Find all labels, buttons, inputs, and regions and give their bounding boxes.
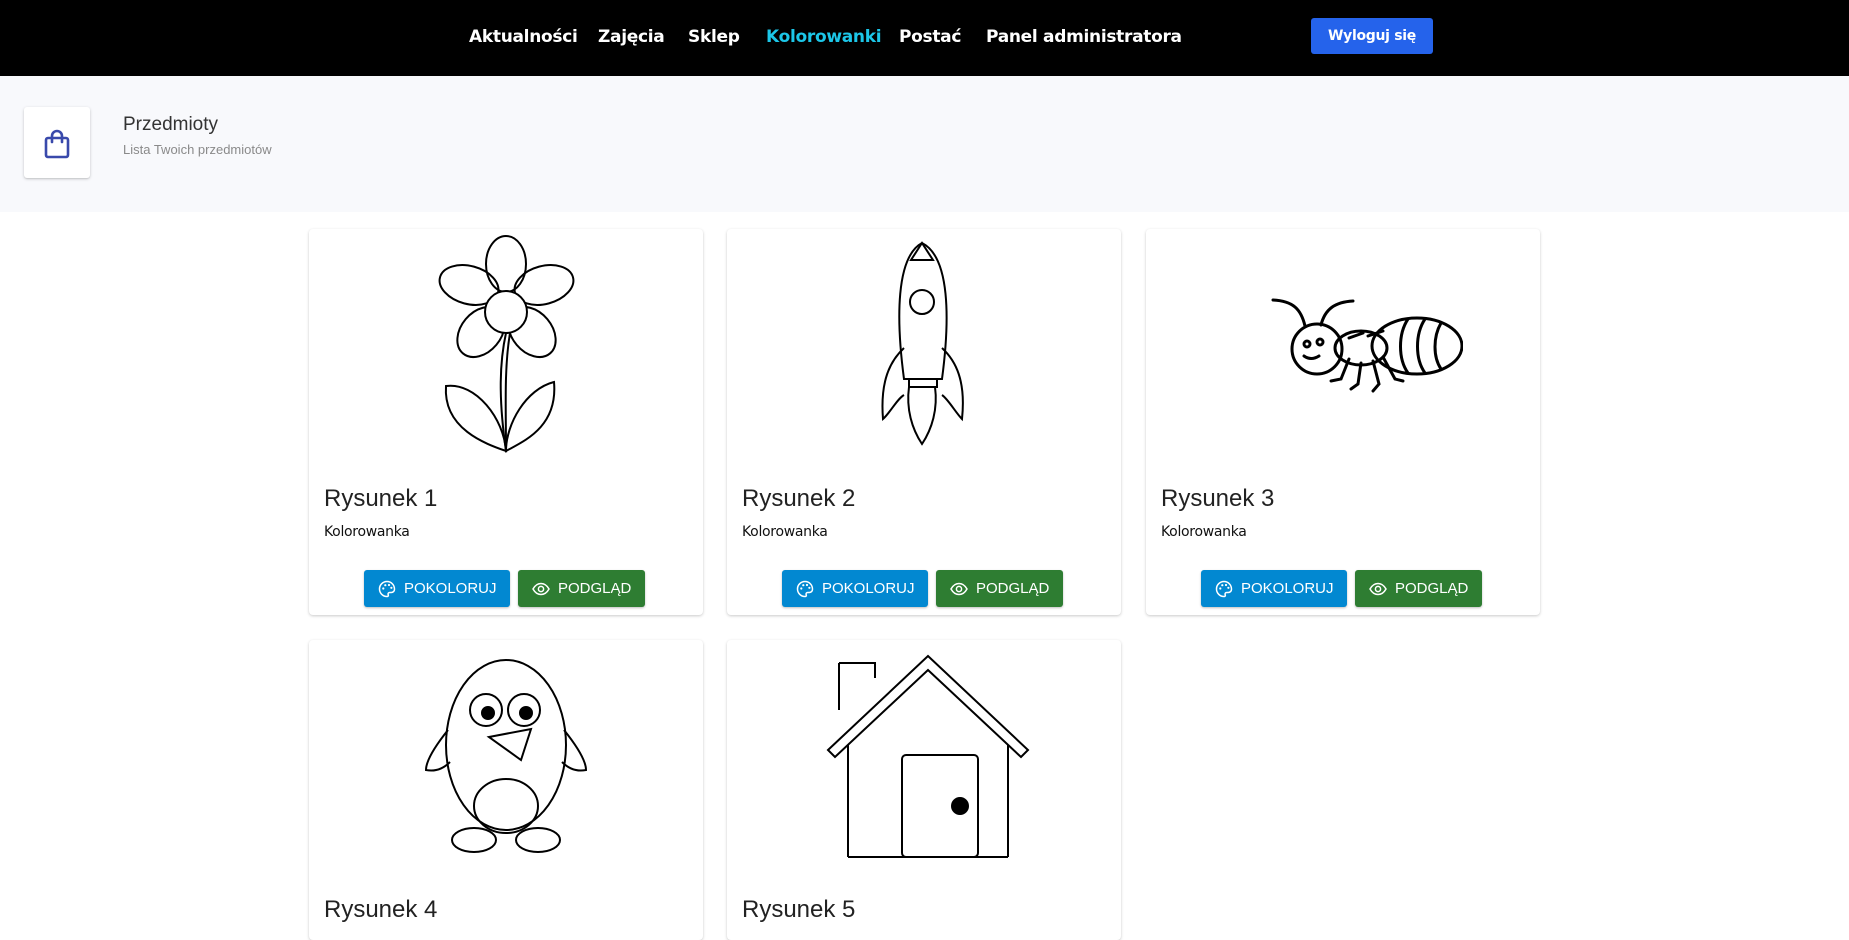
header-icon-card (24, 107, 90, 178)
card-title: Rysunek 1 (324, 485, 438, 512)
nav-link-zajecia[interactable]: Zajęcia (598, 24, 665, 50)
card-title: Rysunek 3 (1161, 485, 1275, 512)
nav-links: Aktualności Zajęcia Sklep Kolorowanki Po… (0, 0, 1849, 76)
page-header: Przedmioty Lista Twoich przedmiotów (0, 76, 1849, 212)
card-subtitle: Kolorowanka (742, 524, 828, 540)
eye-icon (950, 582, 968, 596)
card-subtitle: Kolorowanka (324, 524, 410, 540)
color-button[interactable]: POKOLORUJ (782, 570, 928, 607)
coloring-card: Rysunek 4 (309, 640, 703, 940)
preview-button[interactable]: PODGLĄD (936, 570, 1063, 607)
preview-button-label: PODGLĄD (976, 580, 1050, 597)
palette-icon (796, 580, 814, 598)
nav-link-aktualnosci[interactable]: Aktualności (469, 24, 578, 50)
rocket-drawing-icon (881, 241, 964, 446)
shopping-bag-icon (44, 129, 70, 159)
color-button[interactable]: POKOLORUJ (364, 570, 510, 607)
card-image (309, 229, 703, 459)
card-image (1146, 229, 1540, 459)
nav-link-sklep[interactable]: Sklep (688, 24, 740, 50)
color-button-label: POKOLORUJ (822, 580, 915, 597)
top-navbar: Aktualności Zajęcia Sklep Kolorowanki Po… (0, 0, 1849, 76)
penguin-drawing-icon (424, 659, 588, 853)
eye-icon (1369, 582, 1387, 596)
page-title: Przedmioty (123, 114, 219, 135)
color-button-label: POKOLORUJ (1241, 580, 1334, 597)
eye-icon (532, 582, 550, 596)
logout-button[interactable]: Wyloguj się (1311, 18, 1433, 54)
coloring-card: Rysunek 3 Kolorowanka POKOLORUJ PODGLĄD (1146, 229, 1540, 615)
card-image (727, 640, 1121, 870)
nav-link-kolorowanki[interactable]: Kolorowanki (766, 24, 882, 50)
color-button[interactable]: POKOLORUJ (1201, 570, 1347, 607)
coloring-card: Rysunek 2 Kolorowanka POKOLORUJ PODGLĄD (727, 229, 1121, 615)
coloring-card: Rysunek 1 Kolorowanka POKOLORUJ PODGLĄD (309, 229, 703, 615)
card-subtitle: Kolorowanka (1161, 524, 1247, 540)
card-image (727, 229, 1121, 459)
card-title: Rysunek 4 (324, 896, 438, 923)
card-image (309, 640, 703, 870)
flower-drawing-icon (438, 235, 575, 453)
preview-button-label: PODGLĄD (1395, 580, 1469, 597)
nav-link-panel-administratora[interactable]: Panel administratora (986, 24, 1182, 50)
house-drawing-icon (826, 654, 1030, 858)
ant-drawing-icon (1271, 298, 1463, 393)
palette-icon (1215, 580, 1233, 598)
page-subtitle: Lista Twoich przedmiotów (123, 142, 272, 157)
preview-button[interactable]: PODGLĄD (518, 570, 645, 607)
card-title: Rysunek 2 (742, 485, 856, 512)
palette-icon (378, 580, 396, 598)
coloring-card: Rysunek 5 (727, 640, 1121, 940)
nav-link-postac[interactable]: Postać (899, 24, 961, 50)
card-title: Rysunek 5 (742, 896, 856, 923)
color-button-label: POKOLORUJ (404, 580, 497, 597)
preview-button-label: PODGLĄD (558, 580, 632, 597)
preview-button[interactable]: PODGLĄD (1355, 570, 1482, 607)
